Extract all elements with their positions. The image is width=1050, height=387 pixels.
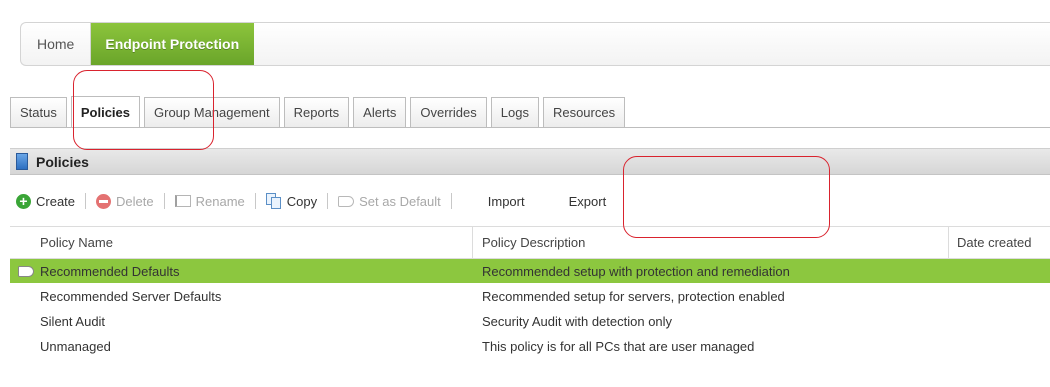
- plus-circle-icon: +: [16, 193, 31, 209]
- set-default-label: Set as Default: [359, 193, 441, 209]
- policy-name: Recommended Server Defaults: [40, 288, 222, 304]
- tab-policies[interactable]: Policies: [70, 96, 140, 127]
- toolbar-separator: [254, 193, 256, 209]
- date-created: [949, 309, 1050, 333]
- nav-home[interactable]: Home: [21, 23, 92, 65]
- toolbar-separator: [327, 193, 329, 209]
- date-created: [949, 334, 1050, 358]
- tab-group-management[interactable]: Group Management: [144, 97, 280, 127]
- create-label: Create: [36, 193, 76, 209]
- policy-description: Security Audit with detection only: [482, 313, 673, 329]
- tab-resources[interactable]: Resources: [542, 97, 626, 127]
- copy-button[interactable]: Copy: [262, 193, 321, 209]
- default-tag-icon: [338, 195, 355, 207]
- rename-label: Rename: [195, 193, 245, 209]
- policy-description: Recommended setup with protection and re…: [482, 263, 790, 279]
- date-created: [949, 284, 1050, 308]
- table-row[interactable]: Recommended Server Defaults Recommended …: [10, 284, 1050, 309]
- nav-endpoint-protection[interactable]: Endpoint Protection: [91, 23, 255, 65]
- tab-overrides[interactable]: Overrides: [410, 97, 487, 127]
- policies-panel-header: Policies: [10, 148, 1050, 175]
- create-button[interactable]: + Create: [12, 193, 79, 209]
- toolbar-separator: [450, 193, 452, 209]
- toolbar-separator: [163, 193, 165, 209]
- copy-icon: [265, 193, 282, 209]
- delete-label: Delete: [116, 193, 154, 209]
- rename-field-icon: [174, 195, 191, 207]
- minus-circle-icon: [96, 193, 112, 209]
- set-as-default-button[interactable]: Set as Default: [334, 194, 445, 209]
- top-navigation: Home Endpoint Protection: [20, 22, 1050, 66]
- policy-name: Recommended Defaults: [40, 263, 180, 279]
- policy-name: Unmanaged: [40, 338, 111, 354]
- tab-bar: Status Policies Group Management Reports…: [10, 96, 629, 127]
- column-date-created[interactable]: Date created: [949, 227, 1050, 258]
- copy-label: Copy: [286, 193, 318, 209]
- policy-panel-icon: [16, 153, 28, 170]
- tab-divider: [10, 127, 1050, 128]
- tab-status[interactable]: Status: [10, 97, 67, 127]
- tab-logs[interactable]: Logs: [490, 97, 539, 127]
- column-policy-description[interactable]: Policy Description: [473, 227, 949, 258]
- policy-name: Silent Audit: [40, 313, 106, 329]
- policies-toolbar: + Create Delete Rename Copy Set as Defau…: [10, 180, 1050, 222]
- default-policy-tag-icon: [18, 266, 34, 277]
- date-created: [949, 259, 1050, 283]
- rename-button[interactable]: Rename: [171, 194, 249, 209]
- panel-title: Policies: [36, 153, 89, 170]
- tab-alerts[interactable]: Alerts: [353, 97, 407, 127]
- import-button[interactable]: Import: [482, 194, 531, 209]
- toolbar-separator: [85, 193, 87, 209]
- policy-description: Recommended setup for servers, protectio…: [482, 288, 785, 304]
- policies-table: Policy Name Policy Description Date crea…: [10, 226, 1050, 359]
- table-row[interactable]: Silent Audit Security Audit with detecti…: [10, 309, 1050, 334]
- tab-reports[interactable]: Reports: [283, 97, 350, 127]
- policy-description: This policy is for all PCs that are user…: [482, 338, 755, 354]
- column-policy-name[interactable]: Policy Name: [10, 227, 473, 258]
- export-button[interactable]: Export: [563, 194, 613, 209]
- table-row[interactable]: Recommended Defaults Recommended setup w…: [10, 259, 1050, 284]
- table-row[interactable]: Unmanaged This policy is for all PCs tha…: [10, 334, 1050, 359]
- table-header: Policy Name Policy Description Date crea…: [10, 226, 1050, 259]
- delete-button[interactable]: Delete: [92, 193, 158, 209]
